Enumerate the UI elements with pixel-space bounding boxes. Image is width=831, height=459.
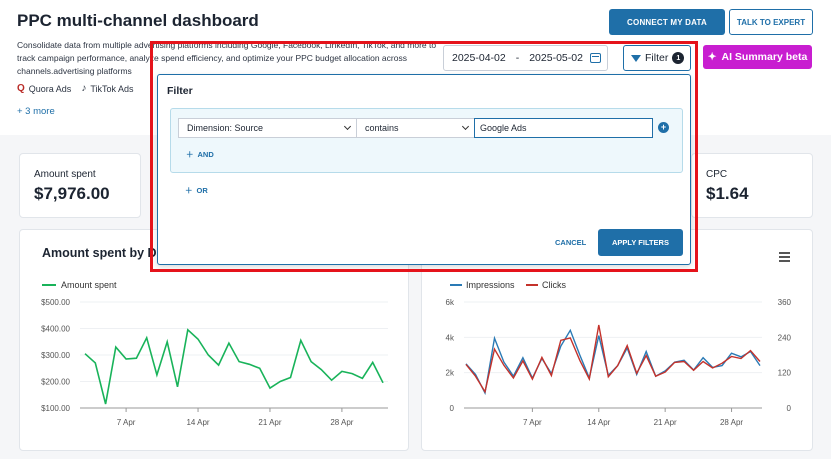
quora-icon: Q xyxy=(17,83,25,94)
plus-icon: ＋ xyxy=(185,186,193,195)
clicks-line xyxy=(465,324,761,394)
connect-data-button[interactable]: CONNECT MY DATA xyxy=(609,9,725,35)
ai-summary-label: AI Summary beta xyxy=(721,51,808,63)
dimension-select[interactable]: Dimension: Source xyxy=(178,118,357,138)
y-tick-label: $500.00 xyxy=(41,298,70,307)
add-or-group[interactable]: ＋ OR xyxy=(185,185,208,196)
date-start: 2025-04-02 xyxy=(452,52,506,64)
y-tick-label-left: 2k xyxy=(446,369,455,378)
operator-select[interactable]: contains xyxy=(356,118,475,138)
y-tick-label: $300.00 xyxy=(41,351,70,360)
tiktok-icon: ♪ xyxy=(81,83,87,94)
source-label: Quora Ads xyxy=(28,83,72,94)
or-label: OR xyxy=(196,186,208,195)
filter-panel-title: Filter xyxy=(167,85,193,97)
date-separator: - xyxy=(515,52,520,64)
filter-condition-group: Dimension: Source contains + ＋AND xyxy=(170,108,683,173)
plus-icon: ＋ xyxy=(186,150,194,159)
y-tick-label-right: 0 xyxy=(787,404,792,413)
kpi-value: $7,976.00 xyxy=(34,184,110,203)
operator-value: contains xyxy=(365,123,399,133)
source-label: TikTok Ads xyxy=(90,83,134,94)
date-range-picker[interactable]: 2025-04-02 - 2025-05-02 xyxy=(443,45,608,71)
y-tick-label-left: 4k xyxy=(446,333,455,342)
x-tick-label: 14 Apr xyxy=(587,418,610,427)
x-tick-label: 7 Apr xyxy=(523,418,542,427)
kpi-amount-spent: Amount spent $7,976.00 xyxy=(19,153,141,218)
filter-panel: Filter Dimension: Source contains + ＋AND… xyxy=(157,74,691,265)
y-tick-label-right: 240 xyxy=(778,333,792,342)
ai-summary-button[interactable]: ✦ AI Summary beta xyxy=(703,45,812,69)
chevron-down-icon xyxy=(461,122,470,131)
x-tick-label: 14 Apr xyxy=(186,418,209,427)
add-condition-icon[interactable]: + xyxy=(658,122,669,133)
x-tick-label: 7 Apr xyxy=(117,418,136,427)
talk-to-expert-button[interactable]: TALK TO EXPERT xyxy=(729,9,813,35)
legend-label: Amount spent xyxy=(61,280,117,290)
legend-label: Clicks xyxy=(542,280,566,290)
filter-label: Filter xyxy=(645,52,669,64)
filter-value-input[interactable] xyxy=(474,118,653,138)
date-end: 2025-05-02 xyxy=(529,52,583,64)
amount-spent-line xyxy=(84,328,384,405)
filter-button[interactable]: Filter 1 xyxy=(623,45,691,71)
apply-filters-button[interactable]: APPLY FILTERS xyxy=(598,229,683,256)
y-tick-label-left: 6k xyxy=(446,298,455,307)
x-tick-label: 28 Apr xyxy=(720,418,743,427)
add-and-condition[interactable]: ＋ AND xyxy=(186,149,214,160)
x-tick-label: 28 Apr xyxy=(330,418,353,427)
funnel-icon xyxy=(631,54,641,62)
impressions-line xyxy=(465,328,761,396)
cancel-button[interactable]: CANCEL xyxy=(555,238,586,247)
source-quora[interactable]: Q Quora Ads xyxy=(17,83,71,94)
y-tick-label-right: 120 xyxy=(778,369,792,378)
y-tick-label-left: 0 xyxy=(450,404,455,413)
page-description: Consolidate data from multiple advertisi… xyxy=(17,40,437,76)
page-title: PPC multi-channel dashboard xyxy=(17,11,259,30)
filter-count-badge: 1 xyxy=(672,52,685,64)
more-sources-link[interactable]: + 3 more xyxy=(17,106,55,117)
y-tick-label-right: 360 xyxy=(778,298,792,307)
dimension-value: Dimension: Source xyxy=(187,123,264,133)
x-tick-label: 21 Apr xyxy=(258,418,281,427)
source-tiktok[interactable]: ♪ TikTok Ads xyxy=(81,83,133,94)
legend-label: Impressions xyxy=(466,280,515,290)
source-list: Q Quora Ads ♪ TikTok Ads xyxy=(17,83,134,94)
x-tick-label: 21 Apr xyxy=(654,418,677,427)
y-tick-label: $100.00 xyxy=(41,404,70,413)
y-tick-label: $400.00 xyxy=(41,325,70,334)
kpi-label: CPC xyxy=(706,169,728,180)
and-label: AND xyxy=(197,150,214,159)
kpi-cpc: CPC $1.64 xyxy=(691,153,813,218)
calendar-icon xyxy=(590,53,601,63)
y-tick-label: $200.00 xyxy=(41,378,70,387)
kpi-value: $1.64 xyxy=(706,184,749,203)
kpi-label: Amount spent xyxy=(34,169,96,180)
chevron-down-icon xyxy=(343,122,352,131)
sparkle-icon: ✦ xyxy=(707,51,717,63)
